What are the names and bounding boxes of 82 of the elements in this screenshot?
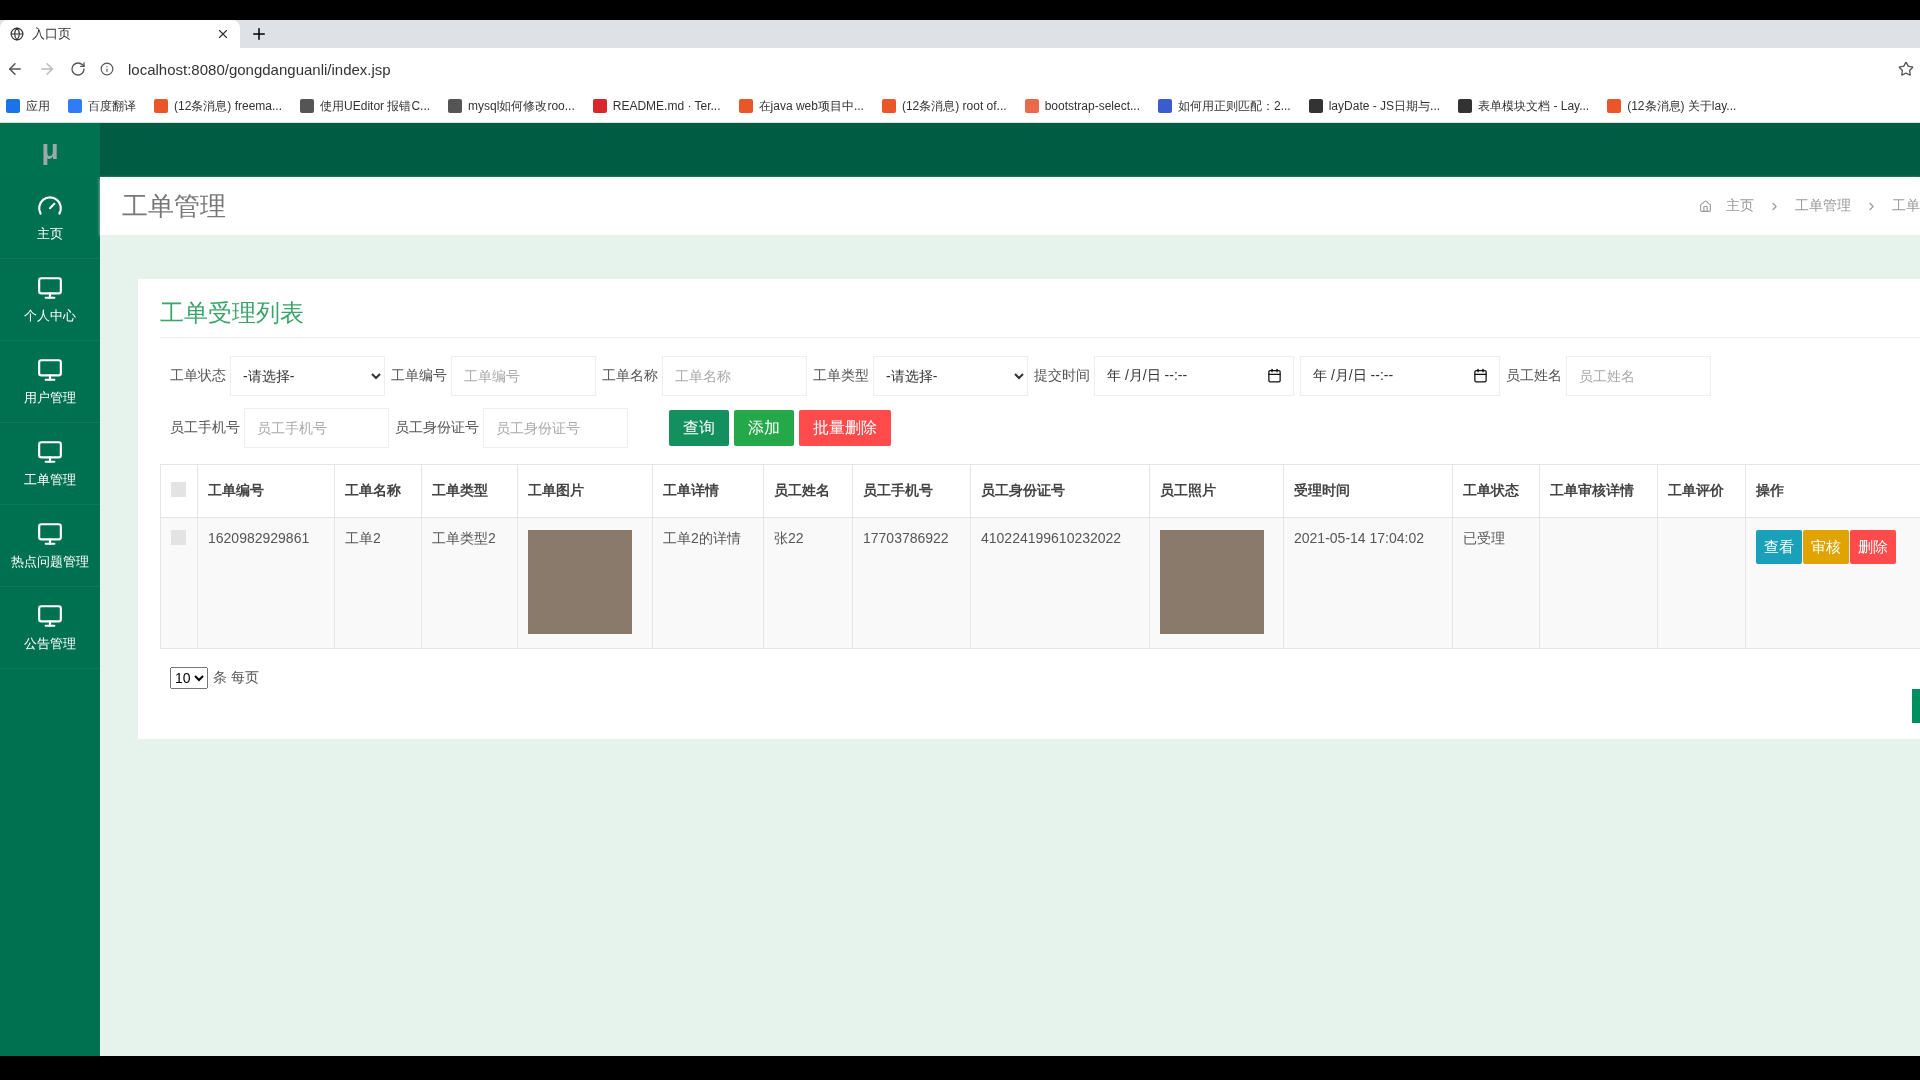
calendar-icon[interactable] [1267, 368, 1282, 383]
table-cell: 17703786922 [852, 517, 971, 649]
bookmark-link[interactable]: 表单模块文档 - Lay... [1458, 97, 1590, 115]
bookmark-link[interactable]: (12条消息) root of... [881, 97, 1007, 115]
bookmark-link[interactable]: 百度翻译 [68, 97, 136, 115]
card-title: 工单受理列表 [160, 279, 1920, 338]
date-field[interactable]: 年 /月/日 --:-- [1094, 356, 1294, 396]
column-header: 工单审核详情 [1539, 464, 1658, 518]
input-field[interactable]: 员工身份证号 [483, 408, 628, 448]
bookmark-link[interactable]: layDate - JS日期与... [1308, 97, 1441, 115]
input-field[interactable]: 工单编号 [451, 356, 596, 396]
filter-label: 员工手机号 [170, 419, 240, 437]
table-cell: 张22 [763, 517, 853, 649]
column-header: 操作 [1745, 464, 1920, 518]
bookmark-link[interactable]: 使用UEditor 报错C... [300, 97, 431, 115]
filter-label: 员工姓名 [1506, 367, 1562, 385]
monitor-icon [37, 520, 63, 547]
input-field[interactable]: 员工姓名 [1566, 356, 1711, 396]
reload-icon[interactable] [70, 61, 86, 77]
column-header: 工单详情 [652, 464, 764, 518]
column-header: 工单名称 [334, 464, 422, 518]
column-header: 员工手机号 [852, 464, 971, 518]
column-header: 员工照片 [1149, 464, 1284, 518]
table-cell: 已受理 [1452, 517, 1540, 649]
calendar-icon[interactable] [1473, 368, 1488, 383]
monitor-icon [37, 438, 63, 465]
sidebar-label: 热点问题管理 [11, 552, 89, 571]
filter-label: 工单类型 [813, 367, 869, 385]
bookmark-link[interactable]: bootstrap-select... [1024, 99, 1140, 113]
page-size-label: 条 每页 [213, 669, 259, 687]
bookmark-link[interactable]: 应用 [6, 97, 50, 115]
browser-tab[interactable]: 入口页 [0, 20, 240, 48]
globe-icon [10, 27, 24, 41]
bookmark-link[interactable]: mysql如何修改roo... [448, 97, 575, 115]
table-cell: 410224199610232022 [970, 517, 1150, 649]
input-field[interactable]: 员工手机号 [244, 408, 389, 448]
sidebar-label: 个人中心 [24, 306, 76, 325]
column-header: 员工姓名 [763, 464, 853, 518]
bookmark-link[interactable]: (12条消息) 关于lay... [1607, 97, 1737, 115]
info-icon[interactable] [100, 62, 114, 76]
bookmark-link[interactable]: (12条消息) freema... [154, 97, 283, 115]
monitor-icon [37, 602, 63, 629]
column-header: 工单图片 [517, 464, 653, 518]
column-header: 受理时间 [1283, 464, 1453, 518]
filter-label: 提交时间 [1034, 367, 1090, 385]
monitor-icon [37, 356, 63, 383]
select-field[interactable]: -请选择- [873, 356, 1028, 396]
table-cell: 工单2的详情 [652, 517, 764, 649]
column-header: 工单编号 [197, 464, 335, 518]
filter-label: 工单编号 [391, 367, 447, 385]
new-tab-icon[interactable] [250, 25, 268, 43]
bookmark-link[interactable]: 在java web项目中... [738, 97, 864, 115]
select-field[interactable]: -请选择- [230, 356, 385, 396]
table-cell: 2021-05-14 17:04:02 [1283, 517, 1453, 649]
close-icon[interactable] [216, 27, 230, 41]
sidebar-label: 用户管理 [24, 388, 76, 407]
filter-label: 工单名称 [602, 367, 658, 385]
bookmark-star-icon[interactable] [1898, 61, 1914, 77]
table-cell: 工单类型2 [421, 517, 518, 649]
checkbox[interactable] [171, 482, 186, 497]
table-cell: 1620982929861 [197, 517, 335, 649]
page-size-select[interactable]: 10 [170, 667, 208, 689]
column-header: 工单类型 [421, 464, 518, 518]
monitor-icon [37, 274, 63, 301]
back-icon[interactable] [6, 60, 24, 78]
page-title: 工单管理 [122, 189, 226, 223]
date-field[interactable]: 年 /月/日 --:-- [1300, 356, 1500, 396]
search-button[interactable]: 查询 [669, 410, 729, 446]
sidebar-label: 主页 [37, 224, 63, 243]
sidebar-label: 工单管理 [24, 470, 76, 489]
home-icon [1699, 199, 1712, 213]
bookmark-link[interactable]: 如何用正则匹配：2... [1158, 97, 1291, 115]
sidebar-label: 公告管理 [24, 634, 76, 653]
input-field[interactable]: 工单名称 [662, 356, 807, 396]
bookmark-link[interactable]: README.md · Ter... [592, 99, 721, 113]
filter-label: 工单状态 [170, 367, 226, 385]
table-cell: 工单2 [334, 517, 422, 649]
tab-title: 入口页 [32, 25, 72, 43]
column-header: 工单评价 [1657, 464, 1746, 518]
column-header: 员工身份证号 [970, 464, 1150, 518]
column-header: 工单状态 [1452, 464, 1540, 518]
filter-label: 员工身份证号 [395, 419, 479, 437]
